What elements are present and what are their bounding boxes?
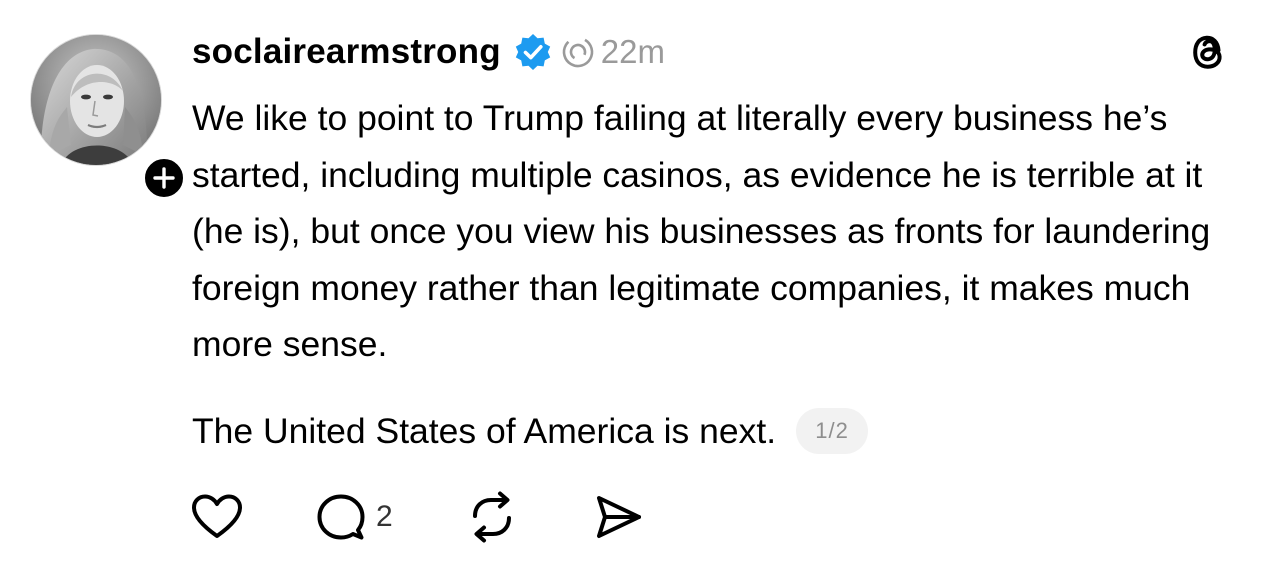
verified-badge-icon	[513, 32, 553, 72]
like-button[interactable]	[190, 492, 246, 542]
timestamp: 22m	[600, 33, 665, 70]
action-bar: 2	[190, 490, 645, 544]
thread-counter-badge: 1/2	[796, 408, 869, 454]
share-button[interactable]	[591, 490, 645, 544]
activity-ring-icon	[561, 35, 595, 69]
avatar[interactable]	[30, 34, 162, 166]
plus-icon	[153, 167, 175, 189]
post-text: We like to point to Trump failing at lit…	[192, 98, 1221, 364]
heart-icon	[192, 494, 242, 538]
speech-bubble-icon	[317, 494, 365, 540]
post-header: soclairearmstrong 22m	[192, 26, 665, 78]
avatar-container	[30, 34, 188, 202]
reply-button[interactable]: 2	[314, 490, 393, 544]
repost-button[interactable]	[465, 490, 519, 544]
repost-icon	[472, 491, 511, 543]
post-text-second: The United States of America is next.	[192, 411, 777, 451]
follow-button[interactable]	[140, 154, 188, 202]
avatar-photo	[31, 35, 161, 165]
username[interactable]: soclairearmstrong	[192, 32, 501, 72]
reply-count: 2	[376, 500, 393, 533]
post-text-continuation: The United States of America is next. 1/…	[192, 403, 869, 459]
threads-logo-icon[interactable]	[1184, 28, 1232, 76]
send-icon	[596, 496, 641, 538]
threads-post: soclairearmstrong 22m We like to point t…	[0, 0, 1280, 578]
